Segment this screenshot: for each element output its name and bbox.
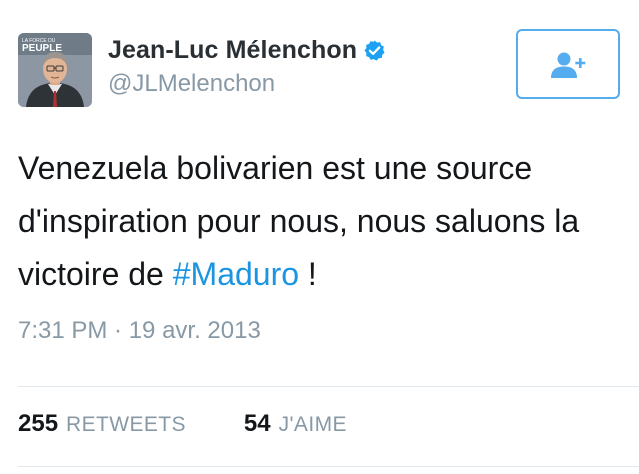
likes-stat[interactable]: 54 J'AIME: [244, 410, 347, 438]
divider-bottom: [18, 466, 639, 467]
avatar-text-bottom: PEUPLE: [22, 43, 62, 54]
tweet-text-end: !: [299, 256, 317, 292]
tweet-card: LA FORCE DU PEUPLE Jean-Luc Mélenchon @J…: [0, 0, 639, 474]
retweets-count: 255: [18, 410, 59, 437]
divider: [18, 386, 639, 387]
likes-count: 54: [243, 410, 271, 437]
tweet-stats: 255 RETWEETS 54 J'AIME: [18, 410, 347, 438]
tweet-text: Venezuela bolivarien est une source d'in…: [18, 142, 618, 301]
display-name[interactable]: Jean-Luc Mélenchon: [108, 36, 357, 65]
avatar-image: LA FORCE DU PEUPLE: [18, 33, 92, 107]
add-user-icon: [551, 52, 586, 78]
retweets-stat[interactable]: 255 RETWEETS: [18, 410, 186, 438]
hashtag-link[interactable]: #Maduro: [173, 256, 299, 292]
name-row: Jean-Luc Mélenchon: [108, 36, 386, 65]
avatar[interactable]: LA FORCE DU PEUPLE: [18, 33, 92, 107]
user-handle[interactable]: @JLMelenchon: [108, 70, 275, 98]
verified-badge-icon: [363, 39, 386, 62]
tweet-timestamp[interactable]: 7:31 PM · 19 avr. 2013: [18, 317, 261, 345]
likes-label: J'AIME: [278, 413, 347, 436]
follow-button[interactable]: [516, 29, 620, 99]
retweets-label: RETWEETS: [66, 413, 186, 436]
